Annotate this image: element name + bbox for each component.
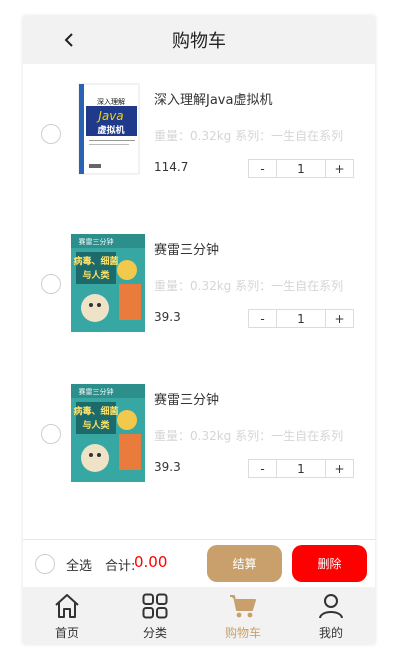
item-name[interactable]: 深入理解Java虚拟机 [154, 89, 272, 108]
item-name[interactable]: 赛雷三分钟 [154, 239, 219, 258]
grid-icon [142, 593, 168, 619]
home-icon [55, 594, 79, 618]
tab-mine[interactable]: 我的 [287, 587, 375, 644]
tab-label: 分类 [142, 626, 167, 640]
cart-item: 深入理解 Java 虚拟机 深入理解Java虚拟机 重量：0.32kg 系列：一… [23, 64, 375, 184]
bottom-tab-bar: 首页 分类 购物车 我的 [23, 587, 375, 644]
tab-label: 购物车 [224, 626, 261, 640]
cover-title: 赛雷三分钟 [79, 237, 114, 246]
item-meta: 重量：0.32kg 系列：一生自在系列 [154, 429, 344, 443]
quantity-value[interactable]: 1 [276, 460, 326, 477]
item-meta: 重量：0.32kg 系列：一生自在系列 [154, 129, 344, 143]
book-cover-java-vm[interactable]: 深入理解 Java 虚拟机 [71, 80, 145, 178]
select-item-checkbox[interactable] [41, 274, 61, 294]
cover-subtitle2: 虚拟机 [97, 124, 124, 136]
cover-title: 赛雷三分钟 [79, 387, 114, 396]
back-arrow-icon [64, 33, 73, 47]
decrease-qty-button[interactable]: - [249, 310, 276, 327]
decrease-qty-button[interactable]: - [249, 460, 276, 477]
user-icon [319, 594, 343, 619]
cart-item: 赛雷三分钟 病毒、细菌 与人类 赛雷三分钟 重量：0.32kg 系列：一生自在系… [23, 214, 375, 334]
increase-qty-button[interactable]: + [326, 310, 353, 327]
back-button[interactable] [59, 28, 79, 52]
cover-subtitle2: 与人类 [82, 419, 110, 431]
tab-home[interactable]: 首页 [23, 587, 111, 644]
book-cover-sailei[interactable]: 赛雷三分钟 病毒、细菌 与人类 [71, 384, 145, 482]
tab-label: 我的 [318, 626, 343, 640]
select-all-label[interactable]: 全选 [66, 555, 92, 574]
cover-subtitle2: 与人类 [82, 269, 110, 281]
item-price: 39.3 [154, 460, 181, 474]
item-price: 114.7 [154, 160, 189, 174]
tab-label: 首页 [54, 626, 79, 640]
top-bar: 购物车 [23, 16, 375, 64]
delete-button[interactable]: 删除 [292, 545, 367, 582]
item-meta: 重量：0.32kg 系列：一生自在系列 [154, 279, 344, 293]
select-item-checkbox[interactable] [41, 124, 61, 144]
quantity-stepper: - 1 + [248, 459, 354, 478]
checkout-bar: 全选 合计: 0.00 结算 删除 [23, 539, 375, 588]
tab-category[interactable]: 分类 [111, 587, 199, 644]
cart-icon [230, 595, 256, 618]
checkout-button[interactable]: 结算 [207, 545, 282, 582]
cart-item: 赛雷三分钟 病毒、细菌 与人类 赛雷三分钟 重量：0.32kg 系列：一生自在系… [23, 364, 375, 484]
total-value: 0.00 [134, 553, 168, 571]
select-all-checkbox[interactable] [35, 554, 55, 574]
quantity-stepper: - 1 + [248, 309, 354, 328]
quantity-value[interactable]: 1 [276, 160, 326, 177]
cover-subtitle: 病毒、细菌 [73, 405, 118, 417]
page-title: 购物车 [172, 31, 226, 52]
tab-cart[interactable]: 购物车 [199, 587, 287, 644]
total-label: 合计: [105, 559, 136, 574]
quantity-stepper: - 1 + [248, 159, 354, 178]
cover-subtitle: 病毒、细菌 [73, 255, 118, 267]
select-item-checkbox[interactable] [41, 424, 61, 444]
item-price: 39.3 [154, 310, 181, 324]
increase-qty-button[interactable]: + [326, 460, 353, 477]
decrease-qty-button[interactable]: - [249, 160, 276, 177]
increase-qty-button[interactable]: + [326, 160, 353, 177]
quantity-value[interactable]: 1 [276, 310, 326, 327]
cover-subtitle: Java [96, 109, 123, 123]
book-cover-sailei[interactable]: 赛雷三分钟 病毒、细菌 与人类 [71, 234, 145, 332]
cover-title: 深入理解 [97, 97, 125, 106]
app-screen: 购物车 深入理解 Java 虚拟机 深入理解Java虚拟机 重量：0.32kg … [23, 16, 375, 644]
item-name[interactable]: 赛雷三分钟 [154, 389, 219, 408]
